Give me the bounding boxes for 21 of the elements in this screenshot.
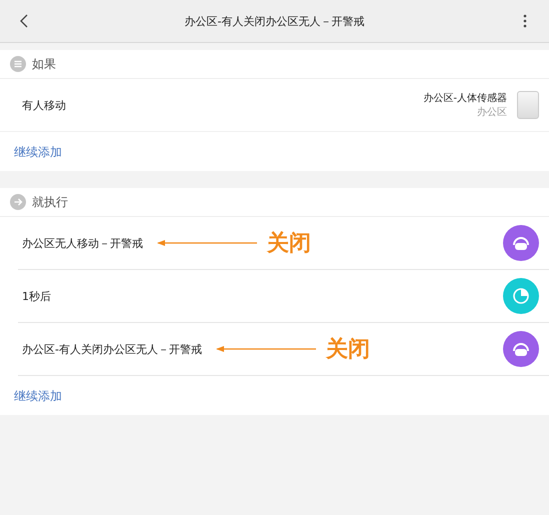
device-room: 办公区: [477, 106, 507, 119]
annotation-text: 关闭: [326, 336, 370, 364]
section-title: 就执行: [32, 194, 68, 210]
timer-icon: [503, 278, 539, 314]
scene-icon: [503, 225, 539, 261]
list-icon: [10, 56, 26, 72]
device-name: 办公区-人体传感器: [423, 92, 507, 105]
action-label: 1秒后: [22, 288, 51, 304]
add-more-link[interactable]: 继续添加: [0, 132, 76, 171]
condition-label: 有人移动: [22, 98, 67, 112]
arrow-right-icon: [10, 194, 26, 210]
more-icon[interactable]: [523, 14, 527, 28]
add-more-link[interactable]: 继续添加: [0, 376, 76, 415]
annotation-text: 关闭: [267, 230, 311, 258]
section-title: 如果: [32, 56, 56, 72]
back-icon[interactable]: [20, 14, 28, 28]
sensor-device-icon: [517, 91, 539, 119]
scene-icon: [503, 331, 539, 367]
page-title: 办公区-有人关闭办公区无人－开警戒: [184, 14, 366, 28]
action-label: 办公区-有人关闭办公区无人－开警戒: [22, 342, 202, 356]
action-label: 办公区无人移动－开警戒: [22, 236, 143, 250]
